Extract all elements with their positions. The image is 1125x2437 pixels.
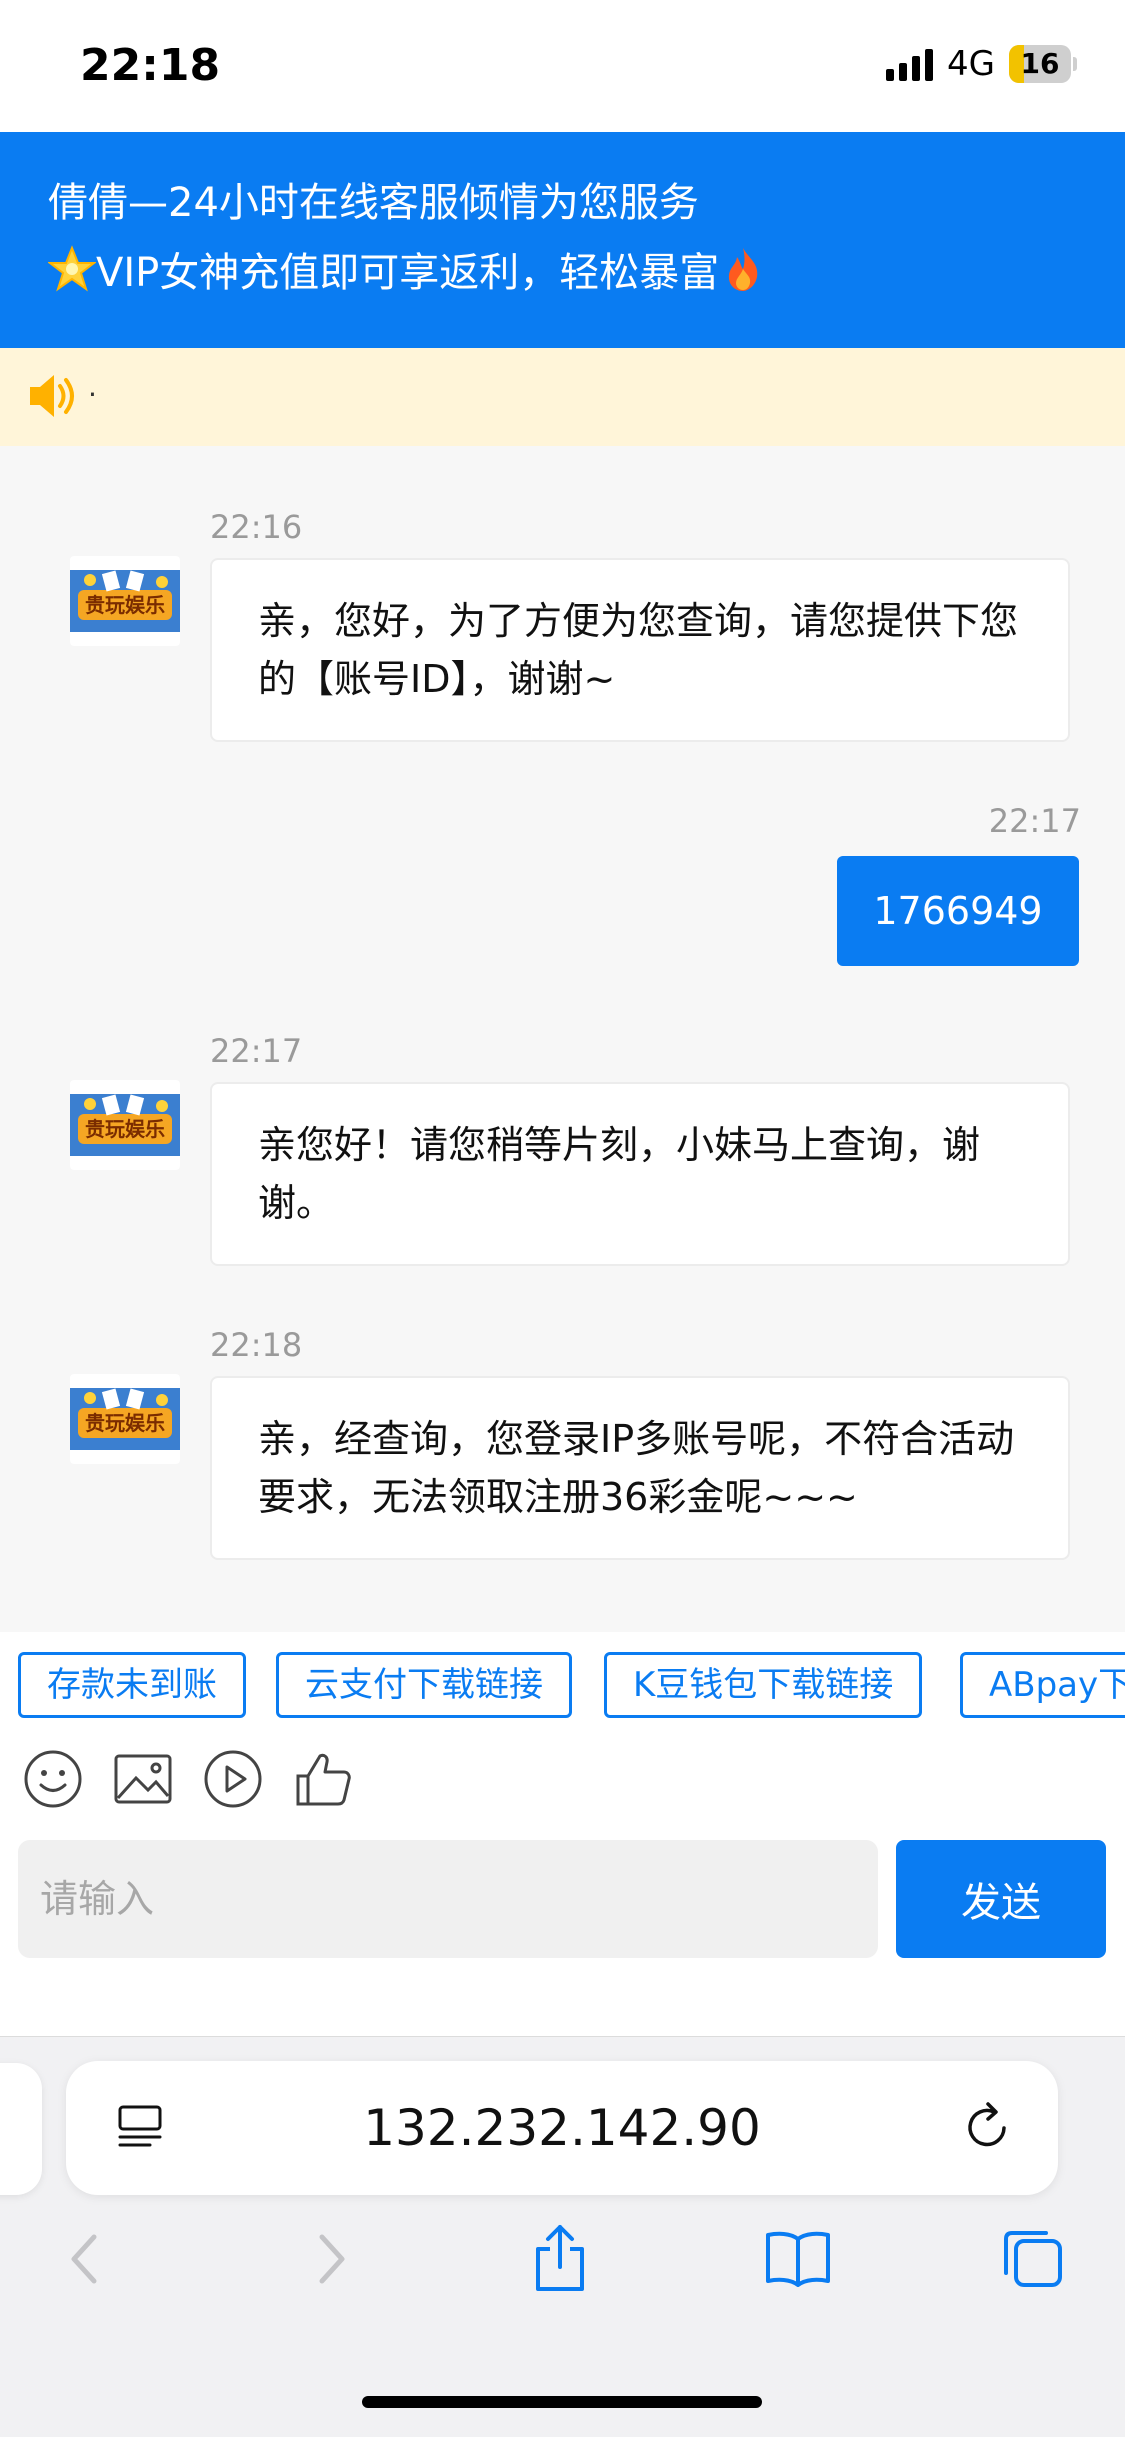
image-icon[interactable] (112, 1748, 174, 1810)
forward-icon[interactable] (294, 2223, 366, 2295)
previous-tab-preview[interactable] (0, 2063, 42, 2195)
message-input[interactable] (18, 1840, 878, 1958)
svg-text:贵玩娱乐: 贵玩娱乐 (85, 1411, 165, 1435)
status-time: 22:18 (80, 40, 221, 91)
quick-reply-chip[interactable]: K豆钱包下载链接 (604, 1652, 923, 1718)
header-subtitle: VIP女神充值即可享返利，轻松暴富 (96, 250, 720, 296)
speaker-icon (30, 375, 74, 417)
bookmarks-icon[interactable] (762, 2223, 834, 2295)
signal-icon (886, 47, 934, 81)
message-bubble-agent: 亲您好！请您稍等片刻，小妹马上查询，谢谢。 (210, 1082, 1070, 1266)
browser-toolbar: 132.232.142.90 (0, 2036, 1125, 2437)
message-bubble-agent: 亲，经查询，您登录IP多账号呢，不符合活动要求，无法领取注册36彩金呢~~~ (210, 1376, 1070, 1560)
quick-replies: 存款未到账 云支付下载链接 K豆钱包下载链接 ABpay下载链接 (0, 1632, 1125, 1744)
message-bubble-agent: 亲，您好，为了方便为您查询，请您提供下您的【账号ID】，谢谢~ (210, 558, 1070, 742)
battery-icon: 16 (1009, 45, 1077, 83)
reload-icon[interactable] (958, 2099, 1016, 2157)
composer: 发送 (0, 1840, 1125, 2036)
agent-avatar: 贵玩娱乐 (70, 1080, 180, 1170)
send-button[interactable]: 发送 (896, 1840, 1106, 1958)
quick-reply-chip[interactable]: 云支付下载链接 (276, 1652, 572, 1718)
notice-bar: · (0, 348, 1125, 446)
status-bar: 22:18 4G 16 (0, 0, 1125, 132)
svg-text:贵玩娱乐: 贵玩娱乐 (85, 593, 165, 617)
chat-toolbar (0, 1744, 1125, 1840)
video-icon[interactable] (202, 1748, 264, 1810)
quick-reply-chip[interactable]: ABpay下载链接 (960, 1652, 1125, 1718)
fire-emoji-icon (729, 248, 758, 291)
thumbs-up-icon[interactable] (292, 1748, 354, 1810)
share-icon[interactable] (524, 2223, 596, 2295)
agent-avatar: 贵玩娱乐 (70, 1374, 180, 1464)
svg-text:贵玩娱乐: 贵玩娱乐 (85, 1117, 165, 1141)
header-title: 倩倩—24小时在线客服倾情为您服务 (48, 180, 699, 226)
quick-reply-chip[interactable]: 存款未到账 (18, 1652, 246, 1718)
message-timestamp: 22:17 (988, 802, 1081, 840)
url-text[interactable]: 132.232.142.90 (66, 2099, 1058, 2157)
star-emoji-icon (48, 245, 96, 292)
message-timestamp: 22:16 (210, 508, 303, 546)
tabs-icon[interactable] (996, 2223, 1068, 2295)
emoji-icon[interactable] (22, 1748, 84, 1810)
header-subtitle-row: VIP女神充值即可享返利，轻松暴富 (48, 240, 767, 298)
chat-messages: 22:16 贵玩娱乐 亲，您好，为了方便为您查询，请您提供下您的【账号ID】，谢… (0, 446, 1125, 1632)
home-indicator[interactable] (362, 2396, 762, 2408)
chat-header: 倩倩—24小时在线客服倾情为您服务 VIP女神充值即可享返利，轻松暴富 (0, 132, 1125, 348)
notice-text: · (88, 378, 97, 411)
network-type: 4G (947, 44, 995, 84)
message-timestamp: 22:17 (210, 1032, 303, 1070)
agent-avatar: 贵玩娱乐 (70, 556, 180, 646)
message-timestamp: 22:18 (210, 1326, 303, 1364)
status-indicators: 4G 16 (886, 44, 1077, 84)
address-bar[interactable]: 132.232.142.90 (66, 2061, 1058, 2195)
battery-level: 16 (1020, 47, 1060, 80)
back-icon[interactable] (50, 2223, 122, 2295)
message-bubble-user: 1766949 (837, 856, 1079, 966)
